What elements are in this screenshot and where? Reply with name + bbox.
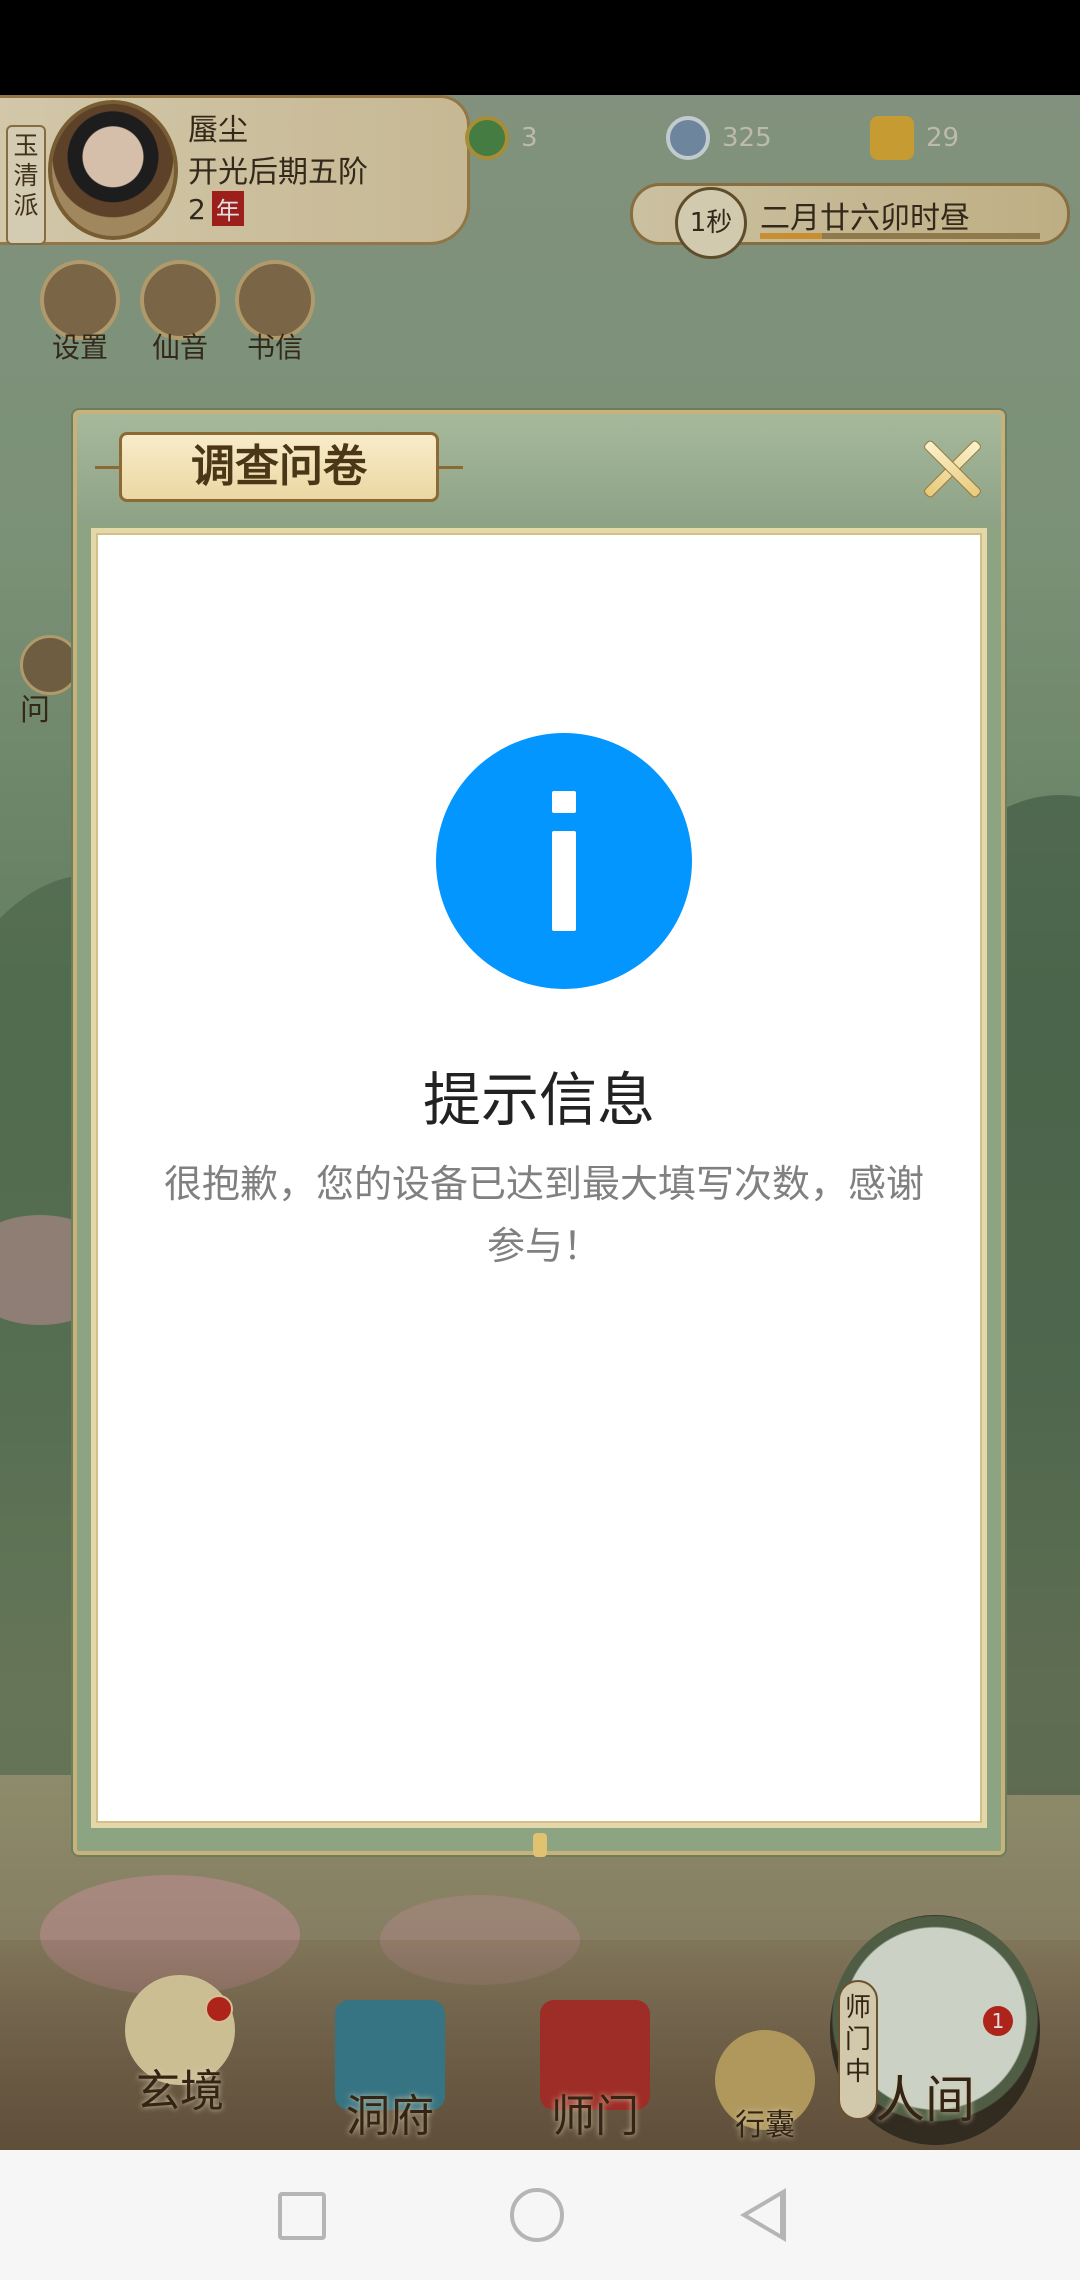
dialog-content: 提示信息 很抱歉，您的设备已达到最大填写次数，感谢参与！ xyxy=(91,528,987,1828)
dialog-header: 调查问卷 xyxy=(77,414,1001,524)
message-body: 很抱歉，您的设备已达到最大填写次数，感谢参与！ xyxy=(163,1162,924,1268)
system-nav-bar xyxy=(0,2150,1080,2280)
dialog-title: 调查问卷 xyxy=(119,432,439,502)
close-icon[interactable] xyxy=(919,436,983,500)
info-icon-dot xyxy=(552,791,576,813)
message-title: 提示信息 xyxy=(422,1066,655,1134)
home-button[interactable] xyxy=(510,2188,564,2242)
info-icon-bar xyxy=(552,831,576,931)
questionnaire-dialog: 调查问卷 提示信息 很抱歉，您的设备已达到最大填写次数，感谢参与！ xyxy=(73,410,1005,1855)
info-icon xyxy=(436,733,692,989)
recent-apps-button[interactable] xyxy=(278,2192,326,2240)
dialog-pin xyxy=(533,1833,547,1857)
status-bar xyxy=(0,0,1080,95)
back-button[interactable] xyxy=(740,2188,786,2242)
